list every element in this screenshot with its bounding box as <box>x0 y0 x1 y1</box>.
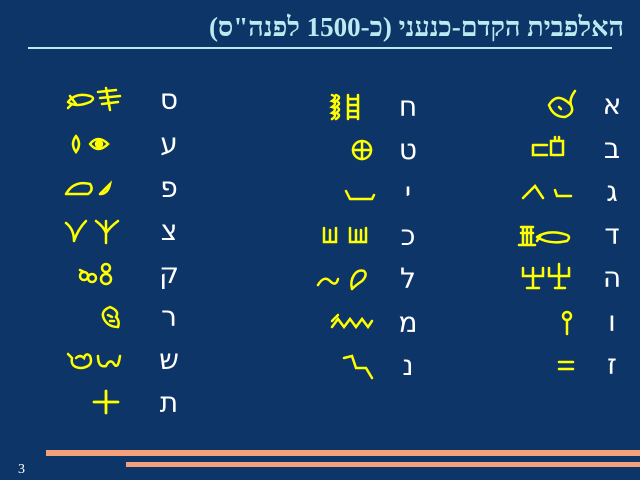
plant-icon <box>60 211 140 251</box>
hebrew-letter: ט <box>398 133 418 166</box>
fish-pillar-icon <box>60 80 140 120</box>
goad-icon <box>310 259 380 299</box>
hebrew-letter: נ <box>402 349 414 382</box>
palm-icon <box>310 216 380 256</box>
slide: האלפבית הקדם-כנעני (כ-1500 לפנה"ס) א ב ג… <box>0 0 640 480</box>
hebrew-letter: פ <box>160 171 178 204</box>
hebrew-letter: ד <box>604 218 620 251</box>
slide-title: האלפבית הקדם-כנעני (כ-1500 לפנה"ס) <box>208 12 624 42</box>
eye-icon <box>60 124 140 164</box>
tooth-icon <box>60 340 140 380</box>
accent-bar <box>46 450 640 456</box>
hebrew-letter: ר <box>161 300 177 333</box>
hebrew-letter: ו <box>608 305 616 338</box>
hebrew-letter: א <box>602 88 622 121</box>
hebrew-letter: ה <box>602 261 622 294</box>
ox-head-icon <box>515 85 579 125</box>
hebrew-letter: ג <box>606 175 618 208</box>
hebrew-letter: מ <box>398 306 418 339</box>
snake-icon <box>310 346 380 386</box>
mouth-icon <box>60 168 140 208</box>
hebrew-letter: י <box>404 176 412 209</box>
hebrew-letter: ק <box>159 257 179 290</box>
title-underline <box>28 47 612 49</box>
cross-circle-icon <box>310 130 380 170</box>
hebrew-letter: ל <box>400 262 416 295</box>
hebrew-letter: ז <box>607 348 617 381</box>
page-number: 3 <box>18 462 25 477</box>
hebrew-letter: ע <box>160 127 178 160</box>
double-line-icon <box>515 345 579 385</box>
hand-icon <box>310 173 380 213</box>
head-icon <box>60 297 140 337</box>
accent-bar <box>126 462 640 467</box>
hebrew-letter: כ <box>400 219 416 252</box>
throw-stick-icon <box>515 172 579 212</box>
praying-man-icon <box>515 258 579 298</box>
hebrew-letter: ש <box>159 343 179 376</box>
house-icon <box>515 129 579 169</box>
hebrew-letter: ס <box>159 83 179 116</box>
hebrew-letter: ח <box>398 90 418 123</box>
mace-icon <box>515 302 579 342</box>
hebrew-letter: ת <box>159 386 179 419</box>
water-icon <box>310 303 380 343</box>
fence-icon <box>310 87 380 127</box>
cross-mark-icon <box>60 383 140 423</box>
door-fish-icon <box>515 215 579 255</box>
monkey-icon <box>60 254 140 294</box>
hebrew-letter: צ <box>160 214 178 247</box>
hebrew-letter: ב <box>603 132 621 165</box>
